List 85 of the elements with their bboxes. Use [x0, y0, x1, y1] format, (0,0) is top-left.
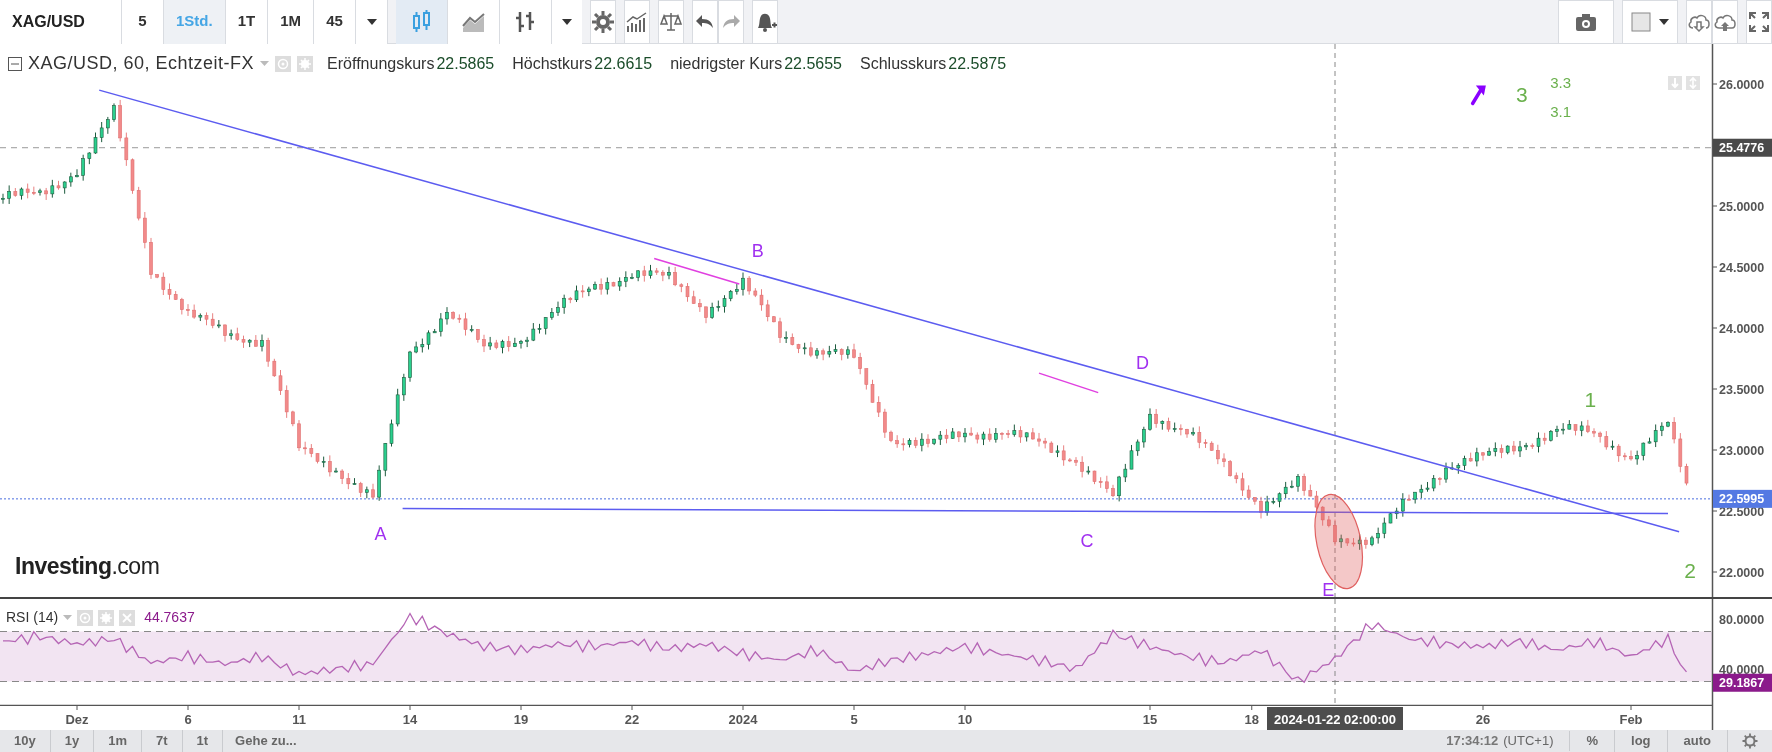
- interval-tab[interactable]: 1T: [225, 0, 269, 44]
- time-axis-label: 14: [402, 712, 418, 727]
- download-button[interactable]: [1686, 0, 1712, 44]
- settings-icon: [1742, 733, 1758, 749]
- legend-value: 22.5655: [784, 53, 842, 74]
- time-axis-label: 19: [513, 712, 529, 727]
- legend-value: 22.5865: [436, 53, 495, 74]
- price-axis-label: 23.0000: [1719, 443, 1765, 458]
- caret-icon: [1659, 18, 1669, 25]
- chart-label: 1: [1584, 387, 1597, 411]
- range-button[interactable]: 1t: [182, 730, 224, 752]
- legend-value: 22.6615: [594, 53, 653, 74]
- upload-button[interactable]: [1712, 0, 1738, 44]
- rsi-value: 44.7637: [144, 608, 195, 627]
- time-axis-label: 5: [850, 712, 858, 727]
- symbol-field[interactable]: XAG/USD: [0, 0, 122, 44]
- alert-button[interactable]: [752, 0, 779, 44]
- chart-label: 2: [1684, 558, 1697, 582]
- legend-label: Höchstkurs: [512, 53, 593, 74]
- chart-label: 3: [1516, 82, 1528, 106]
- scale-option-button[interactable]: %: [1570, 730, 1616, 752]
- time-axis-label: Feb: [1619, 712, 1643, 727]
- time-axis-label: 10: [957, 712, 973, 727]
- time-axis-label: 6: [184, 712, 192, 727]
- crosshair-time-label: 2024-01-22 02:00:00: [1267, 707, 1403, 730]
- dropdown-button[interactable]: [552, 0, 583, 44]
- legend-value: 22.5875: [948, 53, 1007, 74]
- go-to-button[interactable]: Gehe zu...: [223, 730, 309, 752]
- range-button[interactable]: 7t: [141, 730, 183, 752]
- time-axis-label: Dez: [65, 712, 89, 727]
- price-axis-label: 25.0000: [1719, 199, 1765, 214]
- chart-label: E: [1322, 580, 1335, 597]
- dropdown-button[interactable]: [356, 0, 389, 44]
- rsi-value-label: 29.1867: [1713, 673, 1772, 692]
- color-swatch-icon: [1631, 11, 1651, 32]
- price-axis-label: 24.5000: [1719, 260, 1765, 275]
- brand-logo: Investing.com: [15, 552, 160, 581]
- scale-option-button[interactable]: log: [1615, 730, 1668, 752]
- color-picker-button[interactable]: [1622, 0, 1678, 44]
- caret-icon[interactable]: [63, 615, 73, 620]
- time-axis-label: 11: [292, 712, 306, 727]
- legend-label: Schlusskurs: [860, 53, 947, 74]
- range-button[interactable]: 10y: [0, 730, 51, 752]
- collapse-icon[interactable]: [8, 56, 22, 71]
- fullscreen-icon: [1747, 9, 1771, 34]
- interval-tab[interactable]: 5: [122, 0, 164, 44]
- timezone-label: (UTC+1): [1503, 731, 1571, 751]
- settings-button[interactable]: [590, 0, 617, 44]
- indicators-button[interactable]: [624, 0, 651, 44]
- time-axis-label: 22: [624, 712, 640, 727]
- chart-label: C: [1080, 531, 1094, 552]
- range-button[interactable]: 1y: [50, 730, 95, 752]
- price-axis-label: 26.0000: [1719, 77, 1765, 92]
- legend-label: Eröffnungskurs: [327, 53, 435, 74]
- scale-option-button[interactable]: auto: [1667, 730, 1728, 752]
- caret-icon: [366, 18, 377, 25]
- clock-time: 17:34:12: [1446, 732, 1499, 751]
- screenshot-button[interactable]: [1558, 0, 1614, 44]
- time-axis-label: 2024: [728, 712, 758, 727]
- caret-icon: [562, 18, 573, 25]
- chart-style-button[interactable]: [500, 0, 553, 44]
- arrow-icon: [1470, 85, 1486, 106]
- chart-label: D: [1136, 353, 1150, 374]
- caret-icon[interactable]: [260, 61, 270, 66]
- legend-label: niedrigster Kurs: [670, 53, 783, 74]
- chart-label: 3.3: [1550, 73, 1572, 91]
- price-axis-label: 22.0000: [1719, 565, 1765, 580]
- range-button[interactable]: 1m: [94, 730, 142, 752]
- rsi-axis-label: 80.0000: [1719, 612, 1765, 627]
- interval-tab[interactable]: 45: [314, 0, 357, 44]
- compare-button[interactable]: [658, 0, 685, 44]
- time-axis-label: 18: [1244, 712, 1259, 727]
- undo-button[interactable]: [692, 0, 719, 44]
- time-axis-label: 15: [1142, 712, 1158, 727]
- chart-label: 3.1: [1550, 103, 1572, 121]
- chart-label: A: [374, 524, 387, 545]
- settings-icon: [591, 9, 616, 34]
- fullscreen-button[interactable]: [1746, 0, 1772, 44]
- interval-tab[interactable]: 1M: [268, 0, 315, 44]
- price-axis-label: 24.0000: [1719, 321, 1765, 336]
- chart-label: B: [751, 241, 764, 262]
- rsi-title: RSI (14): [6, 608, 59, 627]
- price-axis-label: 23.5000: [1719, 382, 1765, 397]
- time-axis-label: 26: [1475, 712, 1491, 727]
- legend-title: XAG/USD, 60, Echtzeit-FX: [28, 52, 255, 75]
